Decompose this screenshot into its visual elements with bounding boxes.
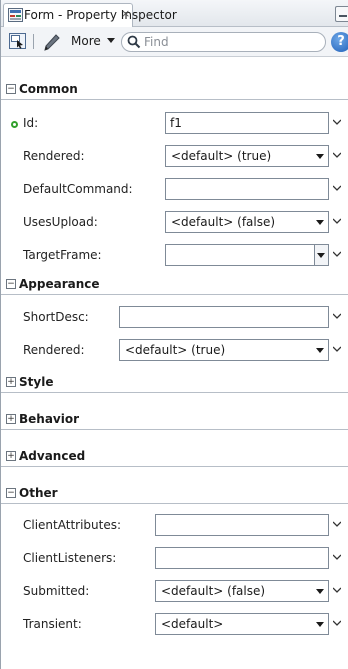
uses-upload-select-value: <default> (false): [171, 215, 276, 229]
appearance-rendered-select[interactable]: <default> (true): [119, 339, 329, 361]
form-icon: [8, 8, 23, 22]
submitted-select[interactable]: <default> (false): [155, 580, 329, 602]
expand-toggle-icon[interactable]: +: [6, 414, 16, 424]
dropdown-arrow-icon: [316, 589, 324, 594]
short-desc-label: ShortDesc:: [23, 310, 89, 324]
help-icon[interactable]: ?: [331, 32, 348, 52]
tab-title: Form - Property Inspector: [24, 8, 177, 22]
collapse-toggle-icon[interactable]: −: [6, 279, 16, 289]
chevron-down-icon[interactable]: [333, 553, 341, 561]
submitted-label: Submitted:: [23, 584, 90, 598]
id-label: Id:: [23, 116, 39, 130]
required-indicator-icon: [11, 121, 18, 128]
section-common-header[interactable]: − Common: [1, 80, 348, 100]
client-listeners-label: ClientListeners:: [23, 551, 117, 565]
section-advanced-header[interactable]: + Advanced: [1, 447, 348, 467]
chevron-down-icon[interactable]: [333, 619, 341, 627]
dropdown-arrow-icon: [316, 154, 324, 159]
collapse-toggle-icon[interactable]: −: [6, 488, 16, 498]
magnifier-icon: [127, 35, 141, 49]
find-input[interactable]: [144, 34, 314, 50]
rendered-select-value: <default> (true): [171, 149, 272, 163]
transient-select[interactable]: <default>: [155, 613, 329, 635]
section-other-header[interactable]: − Other: [1, 484, 348, 504]
section-title-common: Common: [19, 82, 78, 96]
section-title-advanced: Advanced: [19, 449, 86, 463]
pencil-icon[interactable]: [41, 32, 63, 52]
rendered-select[interactable]: <default> (true): [165, 145, 329, 167]
client-attributes-label: ClientAttributes:: [23, 518, 122, 532]
short-desc-field[interactable]: [119, 306, 329, 328]
dropdown-button[interactable]: [314, 245, 328, 265]
dropdown-arrow-icon: [316, 622, 324, 627]
id-field[interactable]: f1: [165, 112, 329, 134]
chevron-down-icon[interactable]: [333, 520, 341, 528]
transient-select-value: <default>: [161, 617, 224, 631]
tab-strip: Form - Property Inspector ×: [1, 0, 348, 27]
dropdown-arrow-icon: [316, 220, 324, 225]
transient-label: Transient:: [23, 617, 82, 631]
section-title-appearance: Appearance: [19, 277, 100, 291]
expand-toggle-icon[interactable]: +: [6, 377, 16, 387]
minimize-icon[interactable]: [335, 6, 348, 22]
rendered-label: Rendered:: [23, 149, 85, 163]
uses-upload-select[interactable]: <default> (false): [165, 211, 329, 233]
appearance-rendered-label: Rendered:: [23, 343, 85, 357]
client-attributes-field[interactable]: [155, 514, 329, 536]
section-behavior-header[interactable]: + Behavior: [1, 410, 348, 430]
chevron-down-icon[interactable]: [333, 586, 341, 594]
chevron-down-icon[interactable]: [333, 151, 341, 159]
toolbar-separator: [33, 34, 34, 49]
dropdown-arrow-icon: [316, 348, 324, 353]
section-title-other: Other: [19, 486, 58, 500]
section-title-behavior: Behavior: [19, 412, 80, 426]
chevron-down-icon[interactable]: [333, 312, 341, 320]
find-box[interactable]: [121, 32, 326, 52]
chevron-down-icon[interactable]: [333, 345, 341, 353]
chevron-down-icon[interactable]: [333, 250, 341, 258]
chevron-down-icon[interactable]: [333, 184, 341, 192]
tab-property-inspector[interactable]: Form - Property Inspector ×: [3, 3, 177, 27]
client-listeners-field[interactable]: [155, 547, 329, 569]
default-command-field[interactable]: [165, 178, 329, 200]
property-inspector-panel: Form - Property Inspector × More ? −: [0, 0, 348, 669]
default-command-label: DefaultCommand:: [23, 182, 133, 196]
section-title-style: Style: [19, 375, 54, 389]
toolbar: More ?: [1, 27, 348, 57]
expand-toggle-icon[interactable]: +: [6, 451, 16, 461]
submitted-select-value: <default> (false): [161, 584, 266, 598]
more-menu-button[interactable]: More: [71, 34, 101, 48]
chevron-down-icon[interactable]: [333, 118, 341, 126]
chevron-down-icon[interactable]: [333, 217, 341, 225]
target-frame-select[interactable]: [165, 244, 329, 266]
section-style-header[interactable]: + Style: [1, 373, 348, 393]
dropdown-arrow-icon: [317, 253, 325, 258]
appearance-rendered-select-value: <default> (true): [125, 343, 226, 357]
tab-close-icon[interactable]: ×: [121, 7, 130, 20]
more-dropdown-arrow-icon[interactable]: [107, 38, 115, 43]
select-component-icon[interactable]: [9, 33, 26, 49]
target-frame-label: TargetFrame:: [23, 248, 102, 262]
section-appearance-header[interactable]: − Appearance: [1, 275, 348, 295]
collapse-toggle-icon[interactable]: −: [6, 84, 16, 94]
uses-upload-label: UsesUpload:: [23, 215, 98, 229]
